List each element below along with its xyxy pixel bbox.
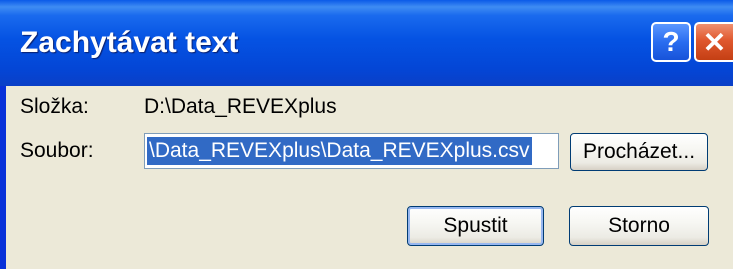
browse-button[interactable]: Procházet... [570,133,708,171]
file-input[interactable]: \Data_REVEXplus\Data_REVEXplus.csv [144,133,559,169]
capture-text-dialog: Zachytávat text ? ✕ Složka: D:\Data_REVE… [0,0,733,269]
folder-path: D:\Data_REVEXplus [144,95,337,118]
dialog-body: Složka: D:\Data_REVEXplus Soubor: \Data_… [6,86,733,269]
run-button[interactable]: Spustit [407,206,544,246]
close-icon: ✕ [702,26,727,58]
question-mark-icon: ? [662,26,680,57]
cancel-button[interactable]: Storno [569,206,709,246]
file-label: Soubor: [20,139,94,162]
folder-label: Složka: [20,95,89,118]
title-bar[interactable]: Zachytávat text ? ✕ [0,0,733,86]
close-button[interactable]: ✕ [694,22,733,62]
file-input-selected-text: \Data_REVEXplus\Data_REVEXplus.csv [147,137,532,165]
dialog-title: Zachytávat text [20,26,239,59]
help-button[interactable]: ? [651,22,691,62]
